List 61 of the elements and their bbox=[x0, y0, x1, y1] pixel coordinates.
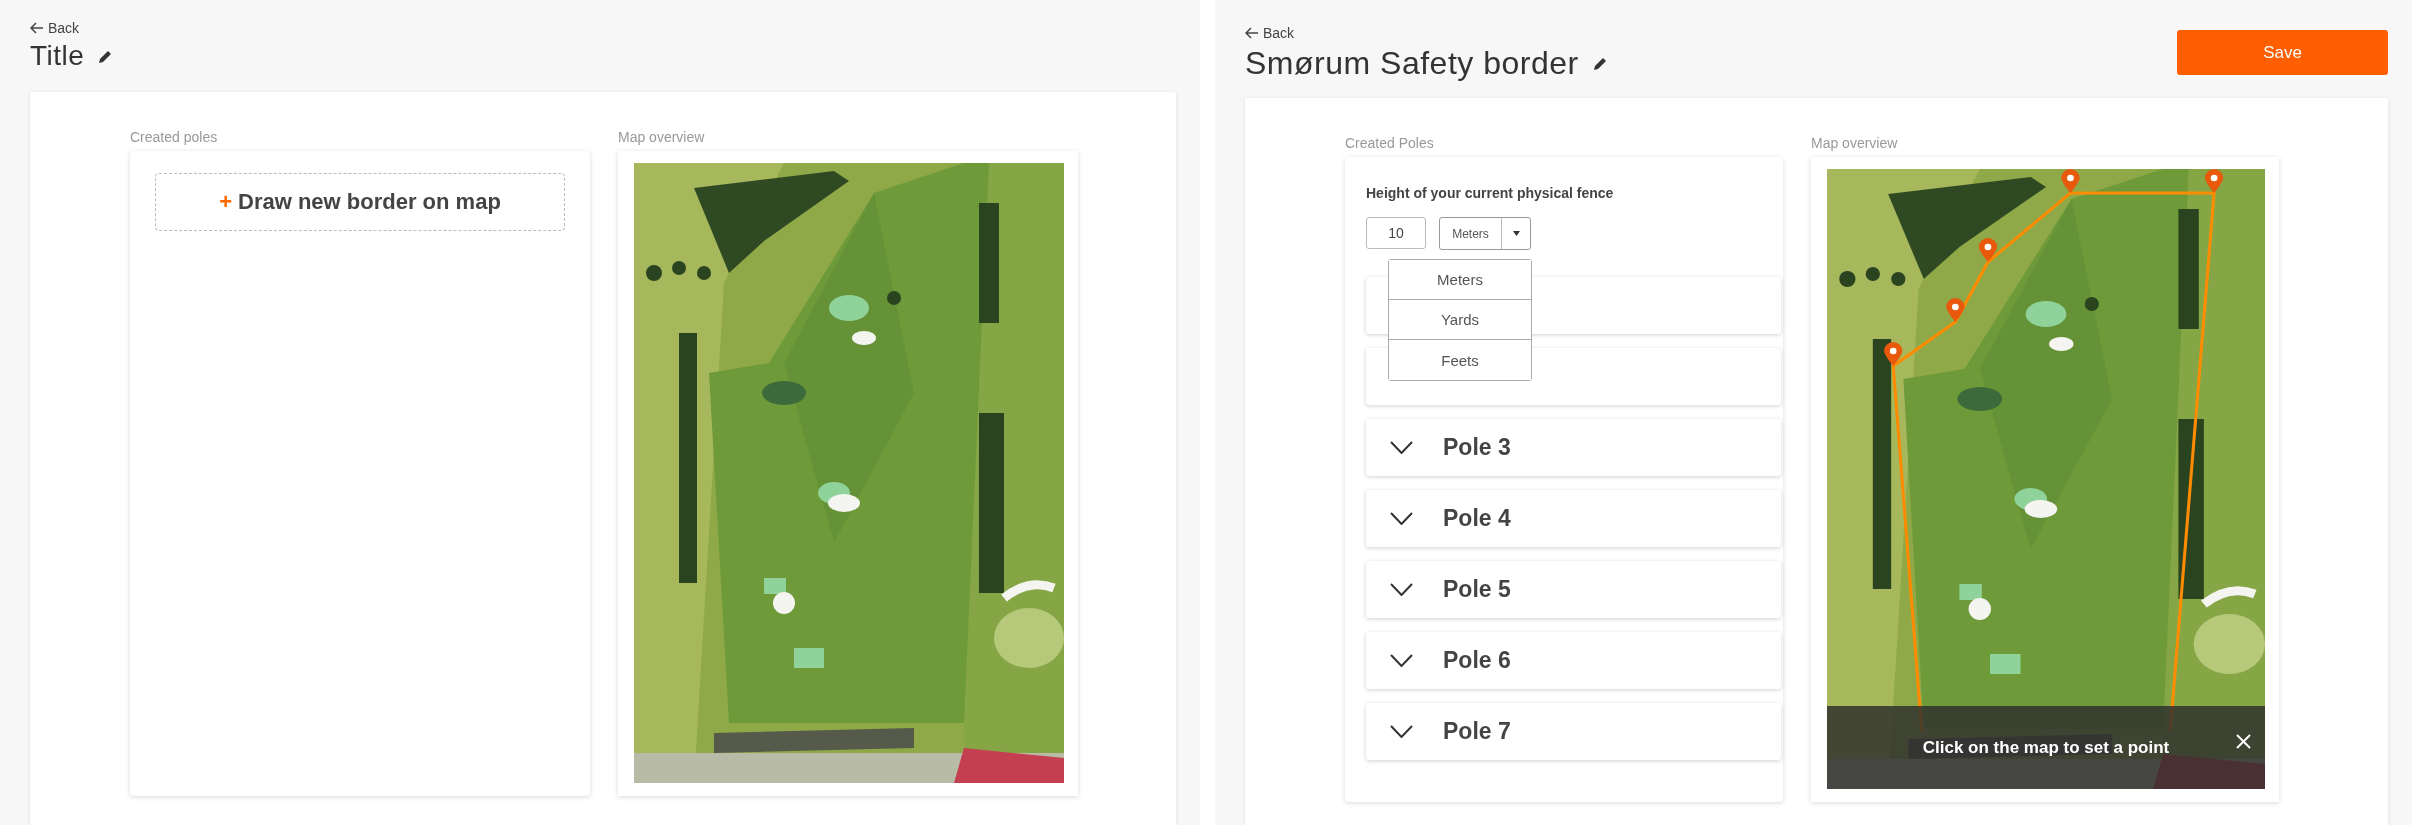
golf-hole-drawing bbox=[2025, 301, 2074, 351]
arrow-left-icon bbox=[30, 22, 44, 34]
height-input-field[interactable]: 10 bbox=[1366, 217, 1426, 249]
pole-label: Pole 6 bbox=[1443, 647, 1511, 674]
pole-label: Pole 7 bbox=[1443, 718, 1511, 745]
tree-drawing bbox=[887, 291, 901, 305]
chevron-icon bbox=[1390, 583, 1413, 596]
golf-hole-drawing bbox=[994, 608, 1064, 668]
unit-dropdown[interactable]: Meters bbox=[1439, 217, 1531, 250]
tree-drawing bbox=[697, 266, 711, 280]
tree-drawing bbox=[1865, 267, 1880, 281]
chevron-icon bbox=[1390, 441, 1413, 454]
fence-height-label: Height of your current physical fence bbox=[1366, 185, 1615, 201]
golf-hole-drawing bbox=[764, 578, 795, 614]
golf-hole-drawing bbox=[2014, 488, 2058, 518]
edit-icon bbox=[98, 48, 114, 64]
caret-icon bbox=[1512, 231, 1520, 236]
pole-label: Pole 4 bbox=[1443, 505, 1511, 532]
tee-drawing bbox=[794, 648, 824, 668]
tree-drawing bbox=[646, 265, 662, 281]
bunker-drawing bbox=[2201, 586, 2257, 608]
back-link[interactable]: Back bbox=[30, 20, 1176, 36]
bunker-drawing bbox=[1001, 580, 1056, 602]
golf-hole-drawing bbox=[818, 482, 860, 512]
pond-drawing bbox=[762, 381, 806, 405]
edit-title-button[interactable] bbox=[1592, 56, 1608, 71]
map-pin-icon[interactable] bbox=[1884, 342, 1903, 366]
page-title: Smørum Safety border bbox=[1245, 45, 1579, 82]
close-button[interactable] bbox=[2236, 734, 2251, 749]
draw-border-button[interactable]: + Draw new border on map bbox=[155, 173, 565, 231]
tree-drawing bbox=[1839, 271, 1856, 287]
tree-drawing bbox=[1891, 272, 1906, 286]
pole-row[interactable]: Pole 4 bbox=[1366, 490, 1781, 547]
chevron-icon bbox=[1390, 654, 1413, 667]
toast-text: Click on the map to set a point bbox=[1922, 737, 2170, 758]
arrow-left-icon bbox=[1245, 27, 1259, 39]
tee-drawing bbox=[1990, 654, 2021, 674]
golf-hole-drawing bbox=[829, 295, 876, 345]
edit-title-button[interactable] bbox=[98, 48, 114, 64]
section-label: Created poles bbox=[130, 129, 219, 145]
section-label: Created Poles bbox=[1345, 135, 1435, 151]
pond-drawing bbox=[1957, 387, 2003, 411]
golf-hole-drawing bbox=[2193, 614, 2265, 674]
pole-row[interactable]: Pole 5 bbox=[1366, 561, 1781, 618]
tree-drawing bbox=[2084, 297, 2099, 311]
pole-label: Pole 3 bbox=[1443, 434, 1511, 461]
golf-hole-drawing bbox=[1959, 584, 1991, 620]
close-icon bbox=[2236, 734, 2251, 749]
chevron-icon bbox=[1390, 725, 1413, 738]
pole-row[interactable]: Pole 7 bbox=[1366, 703, 1781, 760]
edit-icon bbox=[1592, 56, 1608, 71]
chevron-icon bbox=[1390, 512, 1413, 525]
unit-menu-item[interactable]: Meters bbox=[1389, 260, 1531, 300]
pole-label: Pole 5 bbox=[1443, 576, 1511, 603]
back-link[interactable]: Back bbox=[1245, 25, 1608, 41]
pole-row[interactable]: Pole 6 bbox=[1366, 632, 1781, 689]
section-label: Map overview bbox=[1811, 135, 1899, 151]
page-title: Title bbox=[30, 40, 85, 72]
pole-row[interactable]: Pole 3 bbox=[1366, 419, 1781, 476]
section-label: Map overview bbox=[618, 129, 706, 145]
tree-drawing bbox=[672, 261, 686, 275]
